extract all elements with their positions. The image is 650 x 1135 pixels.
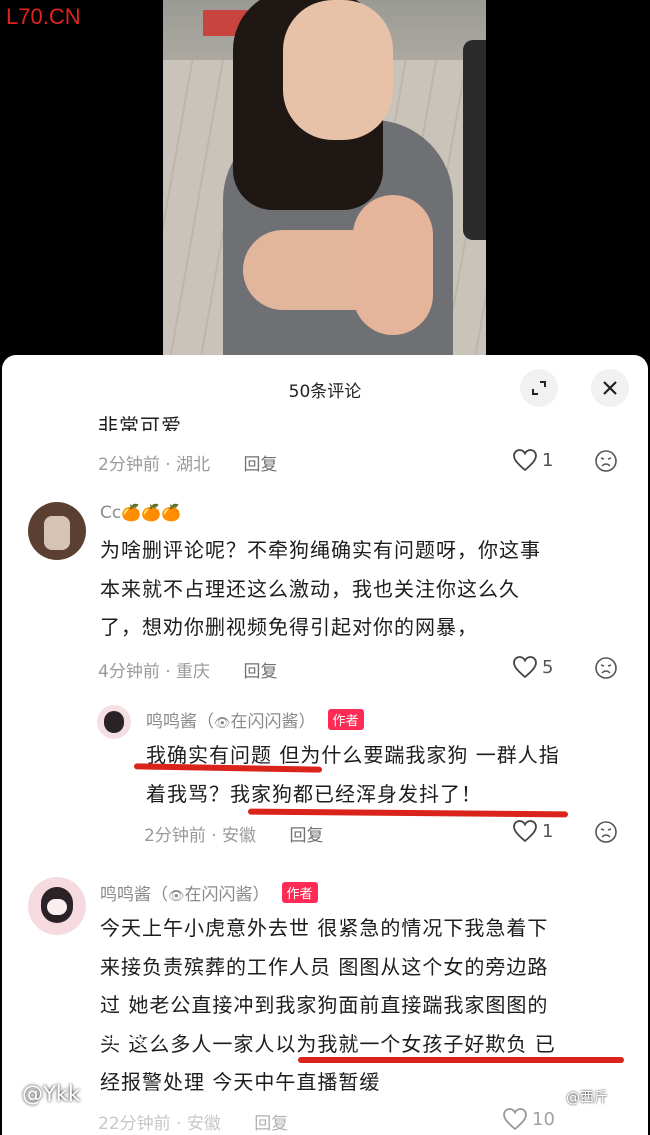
- username-text: Cc: [100, 503, 122, 523]
- comment-location: 安徽: [222, 826, 257, 846]
- video-frame[interactable]: [163, 0, 486, 360]
- expand-icon: [532, 381, 546, 395]
- comment-time: 22分钟前: [98, 1114, 171, 1134]
- comment-line: 着我骂？我家狗都已经浑身发抖了！: [146, 781, 482, 806]
- comment-location: 湖北: [176, 455, 211, 475]
- comment-meta: 4分钟前 · 重庆 回复: [98, 662, 278, 682]
- like-count: 10: [532, 1108, 555, 1130]
- comment-time: 4分钟前: [98, 662, 160, 682]
- comment-location: 安徽: [186, 1114, 221, 1134]
- comment-meta: 2分钟前 · 安徽 回复: [144, 826, 324, 846]
- comment-text: 今天上午小虎意外去世 很紧急的情况下我急着下 来接负责殡葬的工作人员 图图从这个…: [100, 909, 556, 1102]
- comment-meta: 2分钟前 · 湖北 回复: [98, 455, 278, 475]
- like-count: 1: [542, 449, 554, 471]
- username-suffix: 在闪闪酱）: [184, 885, 270, 905]
- eye-icon: 👁: [214, 716, 231, 731]
- comment-line: 为啥删评论呢？不牵狗绳确实有问题呀，你这事: [100, 538, 541, 562]
- avatar-face: [47, 899, 67, 915]
- comment-line: 本来就不占理还这么激动，我也关注你这么久: [100, 576, 520, 601]
- heart-icon: [513, 449, 537, 472]
- comment-username[interactable]: 鸣鸣酱（👁在闪闪酱） 作者: [146, 707, 364, 732]
- comment-text: 我确实有问题 但为什么要踹我家狗 一群人指 着我骂？我家狗都已经浑身发抖了！: [146, 736, 560, 813]
- reply-button[interactable]: 回复: [289, 826, 323, 846]
- comment-username[interactable]: Cc🍊🍊🍊: [100, 503, 181, 523]
- author-handle: @Ykk: [22, 1082, 81, 1106]
- comment-line: 来接负责殡葬的工作人员 图图从这个女的旁边路: [100, 954, 549, 979]
- username-text: 鸣鸣酱（: [100, 885, 168, 905]
- reply-button[interactable]: 回复: [243, 662, 277, 682]
- comment-text-partial: 非常可爱: [98, 414, 182, 431]
- video-bystander: [463, 40, 486, 240]
- comment-text: 为啥删评论呢？不牵狗绳确实有问题呀，你这事 本来就不占理还这么激动，我也关注你这…: [100, 531, 541, 647]
- username-text: 鸣鸣酱（: [146, 712, 214, 732]
- author-avatar[interactable]: [28, 877, 86, 935]
- expand-button[interactable]: [520, 369, 558, 407]
- comment-line: 了，想劝你删视频免得引起对你的网暴，: [100, 615, 478, 639]
- like-button[interactable]: 1: [512, 819, 553, 843]
- site-watermark: L70.CN: [6, 4, 81, 29]
- reply-button[interactable]: 回复: [243, 455, 277, 475]
- avatar-figure: [44, 516, 70, 550]
- author-tag: 作者: [281, 882, 318, 903]
- close-button[interactable]: [591, 369, 629, 407]
- close-icon: [603, 381, 617, 395]
- author-tag: 作者: [327, 709, 364, 730]
- dislike-icon[interactable]: [594, 449, 618, 473]
- video-woman-hand: [353, 195, 433, 335]
- avatar-figure: [104, 711, 124, 733]
- reply-button[interactable]: 回复: [254, 1114, 288, 1134]
- dislike-icon[interactable]: [594, 656, 618, 680]
- like-count: 1: [542, 820, 554, 842]
- like-button[interactable]: 1: [512, 448, 553, 472]
- comment-time: 2分钟前: [98, 455, 160, 475]
- like-count: 5: [542, 656, 554, 678]
- author-avatar[interactable]: [97, 705, 131, 739]
- heart-icon: [513, 656, 537, 679]
- video-woman-face: [283, 0, 393, 140]
- heart-icon: [503, 1108, 527, 1131]
- comment-location: 重庆: [176, 662, 211, 682]
- like-button[interactable]: 10: [502, 1107, 555, 1131]
- heart-icon: [513, 820, 537, 843]
- comment-line: 今天上午小虎意外去世 很紧急的情况下我急着下: [100, 916, 549, 940]
- comment-time: 2分钟前: [144, 826, 206, 846]
- like-button[interactable]: 5: [512, 655, 553, 679]
- comment-input-placeholder[interactable]: 十 我也写一条...: [36, 1024, 174, 1051]
- comment-meta: 22分钟前 · 安徽 回复: [98, 1114, 289, 1134]
- eye-icon: 👁: [168, 889, 185, 904]
- username-suffix: 在闪闪酱）: [230, 712, 316, 732]
- comment-username[interactable]: 鸣鸣酱（👁在闪闪酱） 作者: [100, 880, 318, 905]
- corner-watermark: @西斤: [566, 1090, 608, 1106]
- username-emoji: 🍊🍊🍊: [121, 503, 181, 522]
- avatar[interactable]: [28, 502, 86, 560]
- dislike-icon[interactable]: [594, 820, 618, 844]
